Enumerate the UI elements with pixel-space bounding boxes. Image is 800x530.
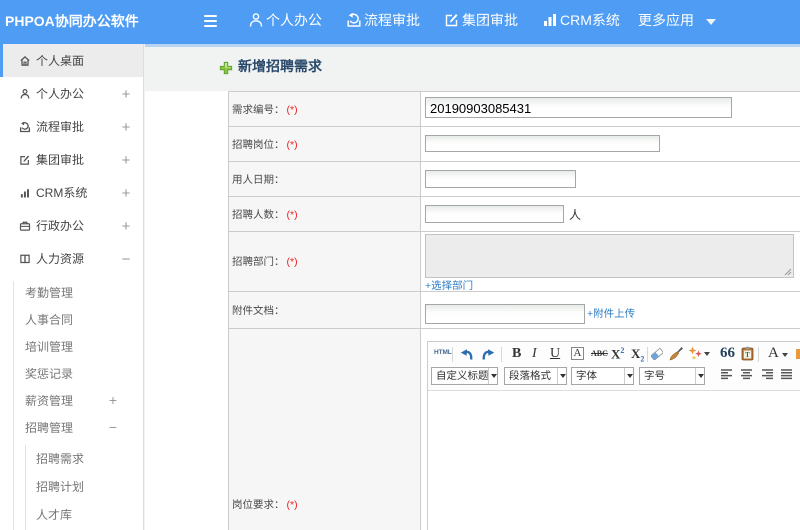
svg-text:T: T bbox=[745, 351, 750, 359]
